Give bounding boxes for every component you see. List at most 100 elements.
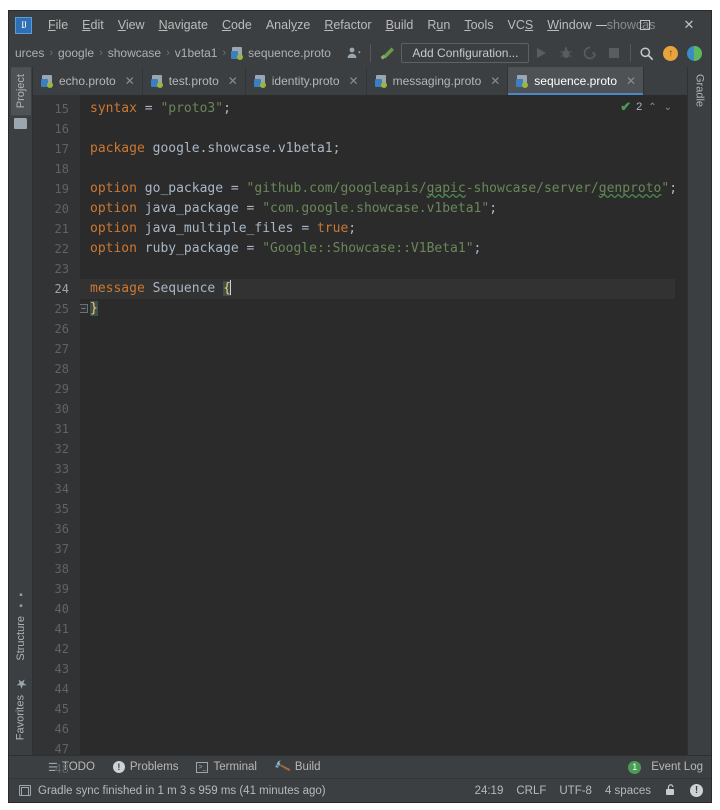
line-number[interactable]: 18: [33, 159, 79, 179]
code-line[interactable]: [80, 499, 675, 519]
menu-item-navigate[interactable]: Navigate: [152, 15, 215, 35]
line-number[interactable]: 39: [33, 579, 79, 599]
code-line[interactable]: syntax = "proto3";: [80, 99, 675, 119]
run-button[interactable]: [529, 41, 553, 65]
tool-window-terminal[interactable]: >_ Terminal: [187, 758, 265, 776]
code-line[interactable]: [80, 419, 675, 439]
sidebar-item-structure[interactable]: Structure ▪▪: [11, 582, 31, 668]
previous-highlight-icon[interactable]: ⌃: [647, 102, 657, 113]
line-number-gutter[interactable]: 15161718192021222324−25−2627282930313233…: [33, 95, 79, 755]
menu-item-vcs[interactable]: VCS: [501, 15, 541, 35]
code-line[interactable]: [80, 399, 675, 419]
code-line[interactable]: [80, 699, 675, 719]
breadcrumb-item-sequence-proto[interactable]: sequence.proto: [227, 44, 335, 62]
build-hammer-icon[interactable]: [375, 41, 399, 65]
code-line[interactable]: [80, 359, 675, 379]
menu-item-analyze[interactable]: Analyze: [259, 15, 317, 35]
lock-icon[interactable]: [664, 783, 677, 799]
code-line[interactable]: option java_package = "com.google.showca…: [80, 199, 675, 219]
close-icon[interactable]: ✕: [348, 74, 360, 88]
code-editor[interactable]: 15161718192021222324−25−2627282930313233…: [33, 95, 687, 755]
caret-position[interactable]: 24:19: [475, 785, 504, 797]
line-number[interactable]: 42: [33, 639, 79, 659]
menu-item-refactor[interactable]: Refactor: [317, 15, 378, 35]
sidebar-item-gradle[interactable]: Gradle: [690, 67, 710, 114]
maximize-button[interactable]: [623, 11, 667, 39]
line-number[interactable]: 45: [33, 699, 79, 719]
file-encoding[interactable]: UTF-8: [559, 785, 592, 797]
line-number[interactable]: 29: [33, 379, 79, 399]
code-line[interactable]: [80, 439, 675, 459]
line-number[interactable]: 37: [33, 539, 79, 559]
code-line[interactable]: message Sequence {: [80, 279, 675, 299]
editor-tab-messaging-proto[interactable]: messaging.proto✕: [367, 67, 509, 95]
code-line[interactable]: [80, 599, 675, 619]
code-line[interactable]: option ruby_package = "Google::Showcase:…: [80, 239, 675, 259]
code-line[interactable]: package google.showcase.v1beta1;: [80, 139, 675, 159]
browser-button[interactable]: [683, 41, 707, 65]
next-highlight-icon[interactable]: ⌄: [663, 102, 673, 113]
code-line[interactable]: [80, 579, 675, 599]
close-icon[interactable]: ✕: [227, 74, 239, 88]
minimize-button[interactable]: [579, 11, 623, 39]
line-separator[interactable]: CRLF: [516, 785, 546, 797]
error-stripe-marker-bar[interactable]: [675, 95, 687, 755]
line-number[interactable]: 47: [33, 739, 79, 759]
code-line[interactable]: [80, 679, 675, 699]
code-line[interactable]: [80, 659, 675, 679]
line-number[interactable]: 35: [33, 499, 79, 519]
line-number[interactable]: 23: [33, 259, 79, 279]
line-number[interactable]: 36: [33, 519, 79, 539]
line-number[interactable]: 44: [33, 679, 79, 699]
sidebar-item-favorites[interactable]: Favorites ★: [9, 668, 32, 747]
line-number[interactable]: 34: [33, 479, 79, 499]
breadcrumb-item-google[interactable]: google: [54, 44, 98, 62]
updates-button[interactable]: ↑: [659, 41, 683, 65]
line-number[interactable]: 33: [33, 459, 79, 479]
line-number[interactable]: 30: [33, 399, 79, 419]
sidebar-item-project[interactable]: Project: [11, 67, 31, 115]
line-number[interactable]: 28: [33, 359, 79, 379]
menu-item-run[interactable]: Run: [420, 15, 457, 35]
editor-tab-identity-proto[interactable]: identity.proto✕: [246, 67, 367, 95]
line-number[interactable]: 19: [33, 179, 79, 199]
line-number[interactable]: 24−: [33, 279, 79, 299]
code-line[interactable]: [80, 259, 675, 279]
code-line[interactable]: }: [80, 299, 675, 319]
close-icon[interactable]: ✕: [489, 74, 501, 88]
breadcrumb-item-v1beta1[interactable]: v1beta1: [171, 44, 222, 62]
user-dropdown-icon[interactable]: [342, 41, 366, 65]
code-line[interactable]: [80, 539, 675, 559]
run-configuration-selector[interactable]: Add Configuration...: [401, 43, 529, 63]
line-number[interactable]: 38: [33, 559, 79, 579]
line-number[interactable]: 26: [33, 319, 79, 339]
tool-window-problems[interactable]: ! Problems: [104, 758, 188, 776]
line-number[interactable]: 17: [33, 139, 79, 159]
code-line[interactable]: [80, 159, 675, 179]
tool-window-build[interactable]: 🔨 Build: [266, 757, 330, 777]
inspection-widget[interactable]: ✔ 2 ⌃ ⌄: [620, 99, 673, 115]
line-number[interactable]: 32: [33, 439, 79, 459]
menu-item-view[interactable]: View: [111, 15, 152, 35]
line-number[interactable]: 40: [33, 599, 79, 619]
menu-item-tools[interactable]: Tools: [457, 15, 500, 35]
indent-setting[interactable]: 4 spaces: [605, 785, 651, 797]
code-line[interactable]: [80, 639, 675, 659]
code-line[interactable]: [80, 119, 675, 139]
search-everywhere-button[interactable]: [635, 41, 659, 65]
code-content[interactable]: syntax = "proto3"; package google.showca…: [79, 95, 675, 755]
menu-item-edit[interactable]: Edit: [75, 15, 111, 35]
breadcrumb-item-urces[interactable]: urces: [11, 44, 48, 62]
close-icon[interactable]: ✕: [124, 74, 136, 88]
tool-window-event-log[interactable]: 1 Event Log: [619, 758, 711, 777]
code-line[interactable]: option java_multiple_files = true;: [80, 219, 675, 239]
line-number[interactable]: 31: [33, 419, 79, 439]
line-number[interactable]: 27: [33, 339, 79, 359]
line-number[interactable]: 16: [33, 119, 79, 139]
code-line[interactable]: [80, 379, 675, 399]
menu-item-file[interactable]: File: [41, 15, 75, 35]
notifications-icon[interactable]: !: [690, 784, 703, 797]
line-number[interactable]: 22: [33, 239, 79, 259]
line-number[interactable]: 25−: [33, 299, 79, 319]
code-line[interactable]: [80, 619, 675, 639]
